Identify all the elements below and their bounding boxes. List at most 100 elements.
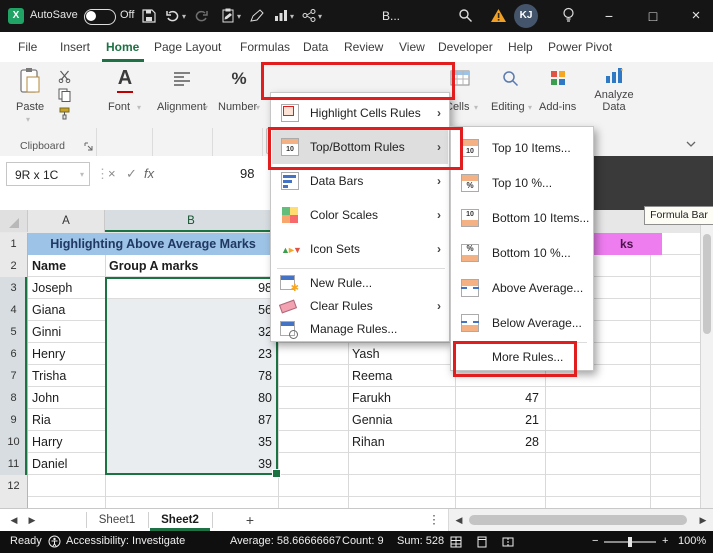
menu-item-highlight-cells-rules[interactable]: Highlight Cells Rules› bbox=[272, 96, 448, 130]
normal-view-icon[interactable] bbox=[450, 536, 462, 551]
page-layout-view-icon[interactable] bbox=[476, 536, 488, 551]
chart-dropdown-icon[interactable]: ▾ bbox=[290, 12, 294, 21]
tab-developer[interactable]: Developer bbox=[438, 40, 493, 54]
search-icon[interactable] bbox=[458, 8, 473, 26]
font-group-button[interactable]: A Font ▾ bbox=[102, 67, 148, 127]
cell-mark[interactable]: 56 bbox=[105, 299, 272, 321]
sheet-tab-sheet2[interactable]: Sheet2 bbox=[150, 509, 210, 531]
submenu-item-top-10-items[interactable]: 10 Top 10 Items... bbox=[452, 130, 592, 165]
tab-review[interactable]: Review bbox=[344, 40, 383, 54]
cell-right-name[interactable]: Farukh bbox=[352, 387, 452, 409]
autosave-toggle[interactable] bbox=[84, 9, 116, 25]
tab-insert[interactable]: Insert bbox=[60, 40, 90, 54]
zoom-level[interactable]: 100% bbox=[678, 535, 706, 547]
chart-icon[interactable] bbox=[274, 9, 288, 25]
cell-mark[interactable]: 39 bbox=[105, 453, 272, 475]
menu-item-clear-rules[interactable]: Clear Rules› bbox=[272, 294, 448, 317]
row-number[interactable]: 4 bbox=[0, 299, 27, 321]
add-sheet-button[interactable]: + bbox=[240, 509, 260, 531]
cell-name[interactable]: Trisha bbox=[32, 365, 102, 387]
alert-warning-icon[interactable] bbox=[490, 8, 507, 26]
row-number[interactable]: 8 bbox=[0, 387, 27, 409]
submenu-item-above-average[interactable]: Above Average... bbox=[452, 270, 592, 305]
tab-view[interactable]: View bbox=[399, 40, 425, 54]
horizontal-scrollbar-thumb[interactable] bbox=[469, 515, 687, 525]
sheet-tab-sheet1[interactable]: Sheet1 bbox=[88, 509, 146, 531]
tab-data[interactable]: Data bbox=[303, 40, 328, 54]
cell-right-name[interactable]: Reema bbox=[352, 365, 452, 387]
user-avatar[interactable]: KJ bbox=[514, 4, 538, 28]
tab-overflow-icon[interactable]: ⋮ bbox=[428, 509, 440, 531]
submenu-item-bottom-10-percent[interactable]: % Bottom 10 %... bbox=[452, 235, 592, 270]
tab-home[interactable]: Home bbox=[106, 40, 139, 54]
cell-mark[interactable]: 23 bbox=[105, 343, 272, 365]
zoom-slider[interactable] bbox=[604, 541, 656, 543]
name-box[interactable]: 9R x 1C ▾ bbox=[6, 162, 90, 186]
cell-name[interactable]: Joseph bbox=[32, 277, 102, 299]
close-button[interactable]: × bbox=[679, 0, 713, 32]
cell-a2[interactable]: Name bbox=[32, 255, 102, 277]
column-header-a[interactable]: A bbox=[28, 210, 105, 232]
cell-right-name[interactable]: Gennia bbox=[352, 409, 452, 431]
cell-name[interactable]: John bbox=[32, 387, 102, 409]
paste-button[interactable]: Paste ▾ bbox=[10, 67, 50, 129]
cell-a1-merged-title[interactable]: Highlighting Above Average Marks bbox=[28, 233, 278, 255]
tab-page-layout[interactable]: Page Layout bbox=[154, 40, 221, 54]
number-group-button[interactable]: % Number ▾ bbox=[216, 67, 262, 127]
undo-dropdown-icon[interactable]: ▾ bbox=[182, 12, 186, 21]
row-number[interactable]: 3 bbox=[0, 277, 27, 299]
analyze-data-button[interactable]: Analyze Data bbox=[588, 65, 640, 129]
cell-mark[interactable]: 35 bbox=[105, 431, 272, 453]
sheet-nav-left-icon[interactable]: ◀ bbox=[6, 509, 22, 531]
addins-group-button[interactable]: Add-ins bbox=[538, 67, 578, 127]
row-number[interactable]: 11 bbox=[0, 453, 27, 475]
row-number[interactable]: 1 bbox=[0, 233, 27, 255]
tab-power-pivot[interactable]: Power Pivot bbox=[548, 40, 612, 54]
submenu-item-bottom-10-items[interactable]: 10 Bottom 10 Items... bbox=[452, 200, 592, 235]
cell-name[interactable]: Henry bbox=[32, 343, 102, 365]
tab-file[interactable]: File bbox=[18, 40, 37, 54]
cell-name[interactable]: Daniel bbox=[32, 453, 102, 475]
copy-icon[interactable] bbox=[58, 88, 71, 105]
cell-mark[interactable]: 32 bbox=[105, 321, 272, 343]
clipboard-dialog-launcher-icon[interactable] bbox=[84, 140, 93, 154]
vertical-scrollbar-thumb[interactable] bbox=[703, 234, 711, 334]
cell-right-mark[interactable]: 47 bbox=[455, 387, 539, 409]
menu-item-color-scales[interactable]: Color Scales› bbox=[272, 198, 448, 232]
ink-pen-icon[interactable] bbox=[250, 9, 264, 25]
editing-group-button[interactable]: Editing ▾ bbox=[488, 67, 532, 127]
submenu-item-top-10-percent[interactable]: % Top 10 %... bbox=[452, 165, 592, 200]
cell-right-name[interactable]: Rihan bbox=[352, 431, 452, 453]
cell-name[interactable]: Harry bbox=[32, 431, 102, 453]
lightbulb-icon[interactable] bbox=[562, 7, 575, 27]
hscroll-left-icon[interactable]: ◀ bbox=[453, 509, 465, 531]
submenu-item-below-average[interactable]: Below Average... bbox=[452, 305, 592, 340]
menu-item-manage-rules[interactable]: Manage Rules... bbox=[272, 317, 448, 340]
cell-right-mark[interactable]: 21 bbox=[455, 409, 539, 431]
confirm-entry-icon[interactable]: ✓ bbox=[126, 166, 137, 182]
row-number[interactable]: 2 bbox=[0, 255, 27, 277]
alignment-group-button[interactable]: Alignment ▾ bbox=[156, 67, 208, 127]
row-number[interactable]: 6 bbox=[0, 343, 27, 365]
row-number[interactable]: 10 bbox=[0, 431, 27, 453]
cut-icon[interactable] bbox=[58, 70, 71, 86]
menu-item-new-rule[interactable]: ✱ New Rule... bbox=[272, 271, 448, 294]
row-number[interactable]: 12 bbox=[0, 475, 27, 497]
menu-item-icon-sets[interactable]: ▲►▼ Icon Sets› bbox=[272, 232, 448, 266]
select-all-corner[interactable] bbox=[0, 210, 28, 232]
undo-icon[interactable] bbox=[166, 10, 180, 25]
row-number[interactable]: 9 bbox=[0, 409, 27, 431]
row-number[interactable]: 5 bbox=[0, 321, 27, 343]
selection-fill-handle[interactable] bbox=[272, 469, 281, 478]
cell-right-merged-title-partial[interactable]: ks bbox=[594, 233, 662, 255]
zoom-out-icon[interactable]: − bbox=[592, 535, 598, 547]
hscroll-right-icon[interactable]: ▶ bbox=[697, 509, 709, 531]
tab-formulas[interactable]: Formulas bbox=[240, 40, 290, 54]
redo-icon[interactable] bbox=[194, 10, 208, 25]
cell-mark[interactable]: 98 bbox=[105, 277, 272, 299]
cell-name[interactable]: Ginni bbox=[32, 321, 102, 343]
insert-function-button[interactable]: fx bbox=[144, 166, 154, 181]
cell-right-name[interactable]: Yash bbox=[352, 343, 452, 365]
cell-b2[interactable]: Group A marks bbox=[109, 255, 269, 277]
clipboard-pen-icon[interactable] bbox=[222, 8, 235, 26]
